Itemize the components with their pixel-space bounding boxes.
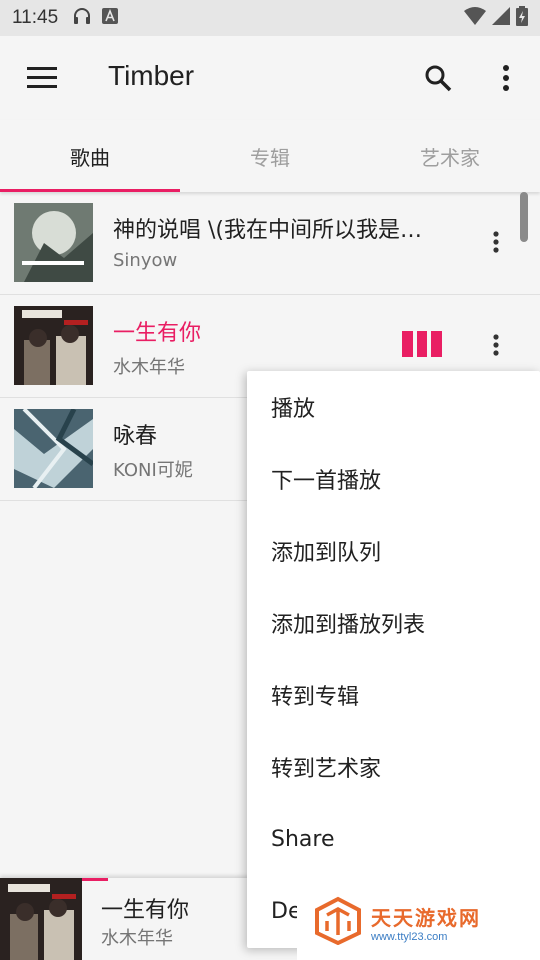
mini-player-artist: 水木年华 [101,928,173,949]
song-artist: 水木年华 [113,357,185,378]
watermark: 天天游戏网 www.ttyl23.com [297,884,540,960]
mini-player-title: 一生有你 [101,898,190,923]
song-more-button[interactable] [478,222,514,262]
song-title: 咏春 [113,424,158,449]
watermark-url: www.ttyl23.com [371,930,448,943]
song-context-menu: 播放 下一首播放 添加到队列 添加到播放列表 转到专辑 转到艺术家 Share … [247,371,540,948]
battery-icon [516,6,528,30]
song-more-button[interactable] [478,325,514,365]
menu-item-play-next[interactable]: 下一首播放 [247,443,540,515]
song-title: 神的说唱 \(我在中间所以我是… [113,218,422,243]
status-bar: 11:45 [0,0,540,36]
tab-albums[interactable]: 专辑 [180,120,360,192]
search-button[interactable] [416,56,460,100]
song-title: 一生有你 [113,321,202,346]
menu-item-go-to-artist[interactable]: 转到艺术家 [247,731,540,803]
app-title: Timber [108,60,195,91]
album-art [14,203,93,282]
song-artist: Sinyow [113,250,178,271]
app-bar: Timber [0,36,540,120]
menu-item-play[interactable]: 播放 [247,371,540,443]
mini-player-album-art [0,878,82,960]
song-row[interactable]: 神的说唱 \(我在中间所以我是… Sinyow [0,192,540,295]
tab-songs[interactable]: 歌曲 [0,120,180,192]
menu-button[interactable] [22,58,62,98]
search-icon [425,65,452,92]
cell-signal-icon [492,7,510,29]
wifi-icon [464,7,486,29]
tab-bar: 歌曲 专辑 艺术家 [0,120,540,192]
now-playing-equalizer-icon [402,331,443,357]
more-vert-icon [503,65,509,91]
hamburger-icon [27,67,57,88]
tab-artists[interactable]: 艺术家 [360,120,540,192]
more-vert-icon [493,231,499,253]
watermark-logo-icon [313,895,363,949]
menu-item-add-to-queue[interactable]: 添加到队列 [247,515,540,587]
headphones-icon [72,6,92,30]
album-art [14,409,93,488]
overflow-menu-button[interactable] [486,56,526,100]
scrollbar[interactable] [520,192,528,242]
album-art [14,306,93,385]
more-vert-icon [493,334,499,356]
status-time: 11:45 [12,7,59,28]
song-artist: KONI可妮 [113,460,193,481]
keyboard-a-icon [102,8,119,28]
menu-item-share[interactable]: Share [247,803,540,875]
watermark-title: 天天游戏网 [371,905,481,930]
menu-item-go-to-album[interactable]: 转到专辑 [247,659,540,731]
menu-item-add-to-playlist[interactable]: 添加到播放列表 [247,587,540,659]
